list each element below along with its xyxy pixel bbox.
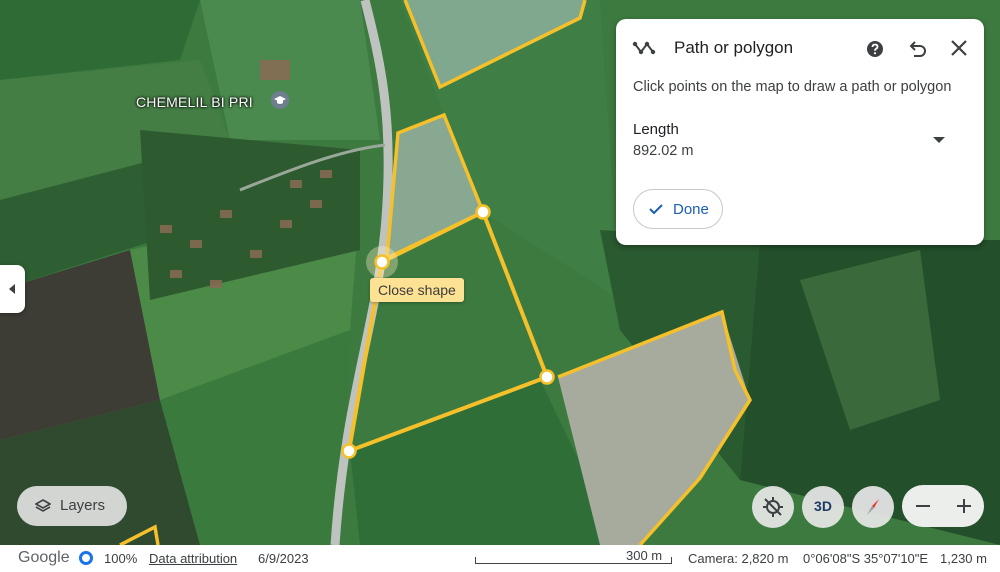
collapse-panel-tab[interactable] <box>0 265 25 313</box>
vertex-handle <box>539 369 555 385</box>
compass-button[interactable] <box>852 486 894 528</box>
check-icon <box>649 204 663 215</box>
instructions-text: Click points on the map to draw a path o… <box>633 79 952 95</box>
data-attribution-link[interactable]: Data attribution <box>149 551 237 566</box>
layers-icon <box>35 499 51 512</box>
help-icon[interactable] <box>866 40 884 58</box>
status-bar: Google 100% Data attribution 6/9/2023 30… <box>0 545 1000 572</box>
elevation: 1,230 m <box>940 551 987 566</box>
scale-label: 300 m <box>626 548 663 563</box>
length-label: Length <box>633 121 679 138</box>
close-shape-tooltip[interactable]: Close shape <box>370 278 464 302</box>
coordinates: 0°06'08"S 35°07'10"E <box>803 551 929 566</box>
toggle-3d-button[interactable]: 3D <box>802 486 844 528</box>
path-icon <box>632 41 656 55</box>
zoom-level: 100% <box>104 551 138 566</box>
zoom-out-button[interactable] <box>902 485 943 527</box>
google-logo: Google <box>18 549 70 566</box>
location-off-icon <box>763 497 783 517</box>
chevron-left-icon <box>9 284 15 294</box>
measure-panel: Path or polygon Click points on the map … <box>616 19 984 245</box>
minus-icon <box>916 505 930 507</box>
zoom-in-button[interactable] <box>943 485 984 527</box>
panel-title: Path or polygon <box>674 38 794 57</box>
vertex-handle <box>475 204 491 220</box>
globe-icon <box>79 551 93 565</box>
layers-button[interactable]: Layers <box>17 486 127 526</box>
panel-header: Path or polygon <box>616 19 984 79</box>
imagery-date: 6/9/2023 <box>258 551 309 566</box>
vertex-handle <box>341 443 357 459</box>
vertex-handle <box>374 254 390 270</box>
compass-icon <box>867 499 879 515</box>
length-value: 892.02 m <box>633 143 694 159</box>
camera-altitude: Camera: 2,820 m <box>688 551 789 566</box>
undo-icon[interactable] <box>906 37 928 59</box>
layers-label: Layers <box>60 497 106 514</box>
3d-label: 3D <box>814 498 832 514</box>
chevron-down-icon[interactable] <box>926 129 952 149</box>
school-icon[interactable] <box>270 90 290 110</box>
done-button[interactable]: Done <box>633 189 723 229</box>
track-location-button[interactable] <box>752 486 794 528</box>
done-label: Done <box>673 201 709 218</box>
place-label[interactable]: CHEMELIL BI PRI <box>136 94 253 110</box>
zoom-controls <box>902 485 984 527</box>
close-icon[interactable] <box>948 37 970 59</box>
plus-icon <box>957 499 971 513</box>
